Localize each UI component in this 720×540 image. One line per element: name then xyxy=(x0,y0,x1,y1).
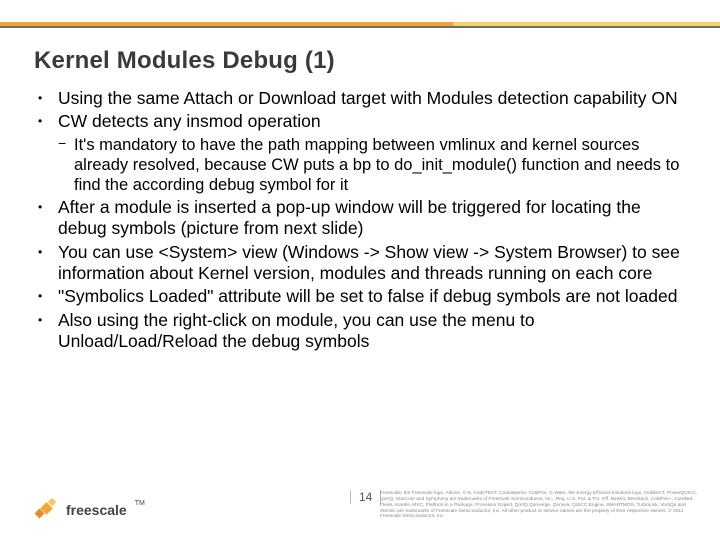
list-item: CW detects any insmod operation xyxy=(34,111,694,132)
bullet-list: Using the same Attach or Download target… xyxy=(34,88,694,352)
bullet-text: Also using the right-click on module, yo… xyxy=(58,310,535,351)
list-item: Also using the right-click on module, yo… xyxy=(34,310,694,353)
accent-bar-under xyxy=(0,26,720,28)
bullet-text: It's mandatory to have the path mapping … xyxy=(74,136,679,194)
bullet-text: Using the same Attach or Download target… xyxy=(58,88,678,108)
list-item: You can use <System> view (Windows -> Sh… xyxy=(34,242,694,285)
trademark-icon: TM xyxy=(135,500,145,507)
brand-text: freescale xyxy=(66,502,127,518)
bullet-text: You can use <System> view (Windows -> Sh… xyxy=(58,242,680,283)
brand-logo: freescale TM xyxy=(34,498,145,522)
slide: Kernel Modules Debug (1) Using the same … xyxy=(0,0,720,540)
list-item: "Symbolics Loaded" attribute will be set… xyxy=(34,286,694,307)
bullet-text: After a module is inserted a pop-up wind… xyxy=(58,197,641,238)
legal-text: Freescale, the Freescale logo, AltiVec, … xyxy=(380,491,700,520)
footer: freescale TM 14 Freescale, the Freescale… xyxy=(0,472,720,532)
freescale-icon xyxy=(34,498,60,522)
bullet-text: "Symbolics Loaded" attribute will be set… xyxy=(58,286,677,306)
list-item: After a module is inserted a pop-up wind… xyxy=(34,197,694,240)
list-item: Using the same Attach or Download target… xyxy=(34,88,694,109)
page-number: 14 xyxy=(350,490,381,504)
content-area: Using the same Attach or Download target… xyxy=(34,88,694,354)
slide-title: Kernel Modules Debug (1) xyxy=(34,47,335,75)
list-item: It's mandatory to have the path mapping … xyxy=(34,135,694,195)
bullet-text: CW detects any insmod operation xyxy=(58,111,321,131)
